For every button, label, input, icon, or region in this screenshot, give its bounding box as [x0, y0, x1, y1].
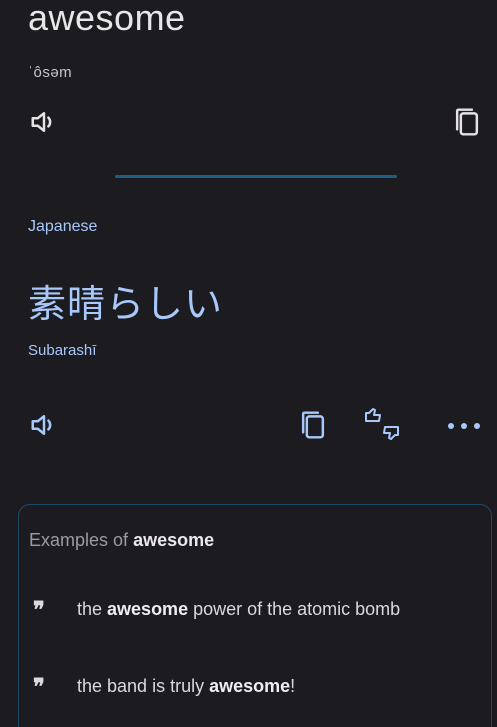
example-sentence: ❞ the awesome power of the atomic bomb: [33, 596, 400, 623]
thumbs-up-down-icon: [363, 407, 401, 448]
speaker-icon: [29, 410, 59, 445]
more-horizontal-icon: [446, 418, 482, 436]
example-text: the awesome power of the atomic bomb: [77, 599, 400, 620]
translation-text: 素晴らしい: [28, 282, 224, 326]
examples-title-prefix: Examples of: [29, 530, 129, 550]
example-text-after: !: [290, 676, 296, 696]
example-text-before: the band is truly: [77, 676, 210, 696]
translation-listen-button[interactable]: [28, 411, 60, 443]
translation-copy-button[interactable]: [296, 410, 330, 444]
example-text-highlight: awesome: [209, 676, 291, 696]
more-options-button[interactable]: [444, 412, 484, 442]
speaker-icon: [29, 107, 59, 142]
example-text-after: power of the atomic bomb: [188, 599, 401, 619]
source-copy-button[interactable]: [450, 107, 484, 141]
quote-icon: ❞: [33, 596, 45, 623]
section-divider: [115, 175, 397, 178]
source-listen-button[interactable]: [28, 108, 60, 140]
phonetic-spelling: ˈôsəm: [28, 64, 73, 81]
copy-icon: [452, 106, 482, 143]
target-language-label: Japanese: [28, 218, 98, 235]
rate-translation-button[interactable]: [362, 407, 402, 448]
examples-card: Examples of awesome ❞ the awesome power …: [18, 504, 492, 727]
examples-title: Examples of awesome: [29, 530, 214, 551]
romanization-text: Subarashī: [28, 342, 97, 359]
source-word: awesome: [28, 0, 186, 38]
example-sentence: ❞ the band is truly awesome!: [33, 673, 295, 700]
examples-title-word: awesome: [133, 530, 215, 550]
copy-icon: [298, 409, 328, 446]
quote-icon: ❞: [33, 673, 45, 700]
example-text: the band is truly awesome!: [77, 676, 295, 697]
example-text-before: the: [77, 599, 108, 619]
example-text-highlight: awesome: [107, 599, 189, 619]
